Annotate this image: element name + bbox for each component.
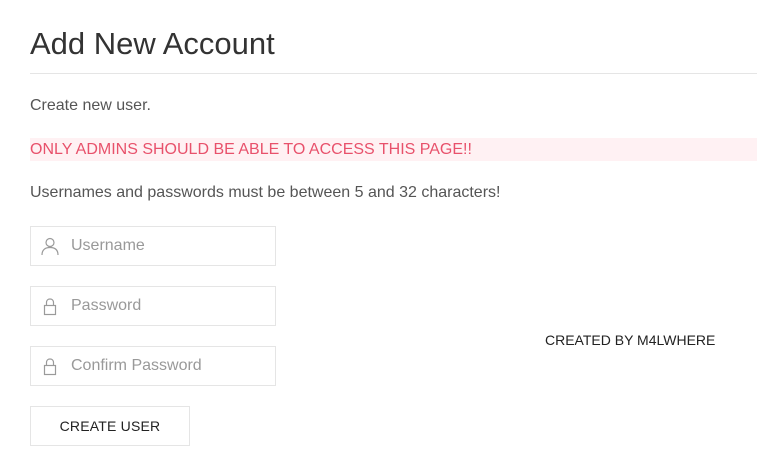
username-input[interactable] xyxy=(71,227,271,265)
password-input[interactable] xyxy=(71,287,271,325)
confirm-password-input[interactable] xyxy=(71,347,271,385)
lock-icon xyxy=(40,296,60,316)
credit-text: CREATED BY M4LWHERE xyxy=(545,332,716,348)
create-user-button[interactable]: CREATE USER xyxy=(30,406,190,446)
password-field[interactable] xyxy=(30,286,276,326)
requirements-text: Usernames and passwords must be between … xyxy=(30,184,501,201)
username-field[interactable] xyxy=(30,226,276,266)
lock-icon xyxy=(40,356,60,376)
user-icon xyxy=(40,236,60,256)
intro-text: Create new user. xyxy=(30,97,151,114)
page-title: Add New Account xyxy=(30,26,275,61)
admin-warning-banner: ONLY ADMINS SHOULD BE ABLE TO ACCESS THI… xyxy=(30,138,757,161)
confirm-password-field[interactable] xyxy=(30,346,276,386)
title-divider xyxy=(30,73,757,74)
